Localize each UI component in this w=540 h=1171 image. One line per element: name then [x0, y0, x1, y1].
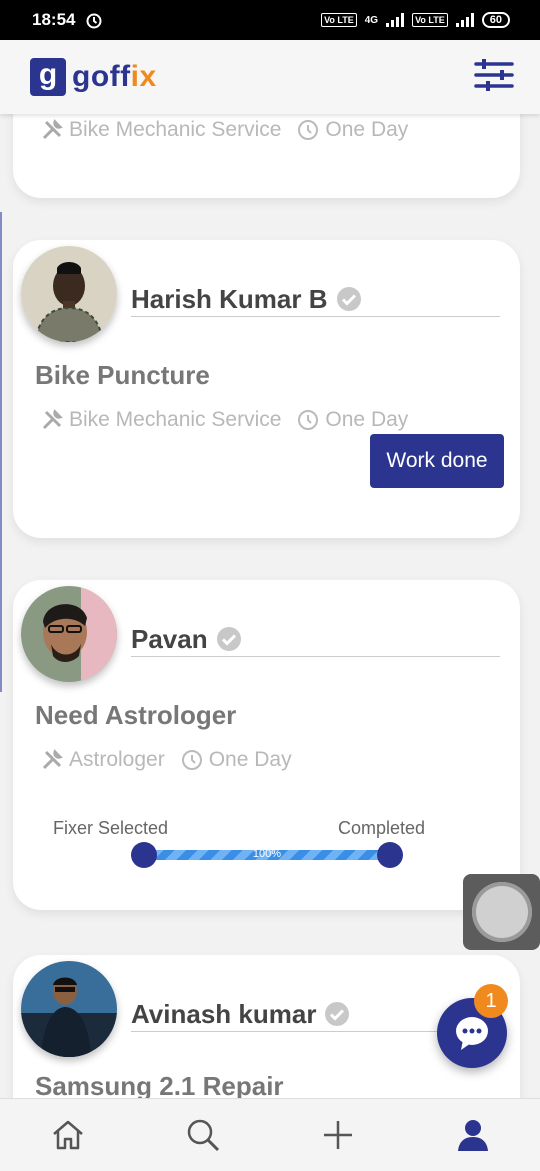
tools-icon [42, 409, 63, 430]
verified-icon [336, 287, 361, 311]
signal-icon-2 [455, 13, 474, 27]
nav-search[interactable] [173, 1105, 233, 1165]
progress-labels: Fixer Selected Completed [53, 818, 425, 839]
request-card[interactable]: Pavan Need Astrologer Astrologer One Day… [13, 580, 520, 910]
chat-badge: 1 [474, 984, 508, 1018]
logo[interactable]: g goffix [30, 58, 157, 96]
job-title: Need Astrologer [35, 700, 237, 730]
status-bar: 18:54 Vo LTE 4G Vo LTE 60 [0, 0, 540, 40]
tools-icon [42, 119, 63, 140]
duration-label: One Day [325, 118, 409, 141]
service-label: Bike Mechanic Service [69, 118, 282, 141]
logo-mark: g [30, 58, 66, 96]
progress-end-label: Completed [337, 818, 425, 838]
bottom-nav [0, 1098, 540, 1171]
duration-label: One Day [325, 408, 409, 431]
provider-name: Pavan [131, 622, 500, 657]
progress-percent: 100% [252, 848, 282, 860]
avatar[interactable] [21, 586, 117, 682]
volte-badge-2: Vo LTE [412, 13, 448, 27]
service-label: Astrologer [69, 748, 165, 771]
network-type: 4G [364, 14, 379, 26]
battery-icon: 60 [481, 12, 510, 28]
service-label: Bike Mechanic Service [69, 408, 282, 431]
clock-icon [298, 120, 319, 140]
assistive-touch-ring [472, 882, 532, 942]
duration-label: One Day [208, 748, 292, 771]
job-title: Bike Puncture [35, 360, 210, 390]
tools-icon [42, 749, 63, 770]
card-meta: Astrologer One Day [41, 748, 292, 772]
work-done-button[interactable]: Work done [370, 434, 504, 488]
assistive-touch-button[interactable] [463, 874, 540, 950]
verified-icon [325, 1002, 350, 1026]
nav-home[interactable] [38, 1105, 98, 1165]
signal-icon [386, 13, 405, 27]
app-header: g goffix [0, 40, 540, 114]
alarm-icon [86, 13, 102, 29]
volte-badge: Vo LTE [321, 13, 357, 27]
add-icon [323, 1121, 352, 1149]
nav-profile[interactable] [443, 1105, 503, 1165]
clock: 18:54 [32, 10, 76, 29]
filter-menu-icon[interactable] [474, 58, 514, 92]
card-meta: Bike Mechanic Service One Day [41, 408, 408, 432]
search-icon [187, 1119, 219, 1152]
progress-bar: 100% [131, 842, 403, 868]
avatar[interactable] [21, 961, 117, 1057]
avatar[interactable] [21, 246, 117, 342]
card-meta: Bike Mechanic Service One Day [41, 118, 408, 142]
provider-name: Harish Kumar B [131, 282, 500, 317]
request-card[interactable]: Harish Kumar B Bike Puncture Bike Mechan… [13, 240, 520, 538]
nav-add[interactable] [308, 1105, 368, 1165]
progress-start-label: Fixer Selected [53, 818, 169, 838]
clock-icon [298, 410, 319, 430]
home-icon [52, 1120, 83, 1150]
profile-icon [457, 1120, 488, 1151]
clock-icon [181, 750, 202, 770]
scroll-indicator [0, 212, 2, 692]
logo-text: goffix [72, 60, 157, 93]
verified-icon [216, 627, 241, 651]
